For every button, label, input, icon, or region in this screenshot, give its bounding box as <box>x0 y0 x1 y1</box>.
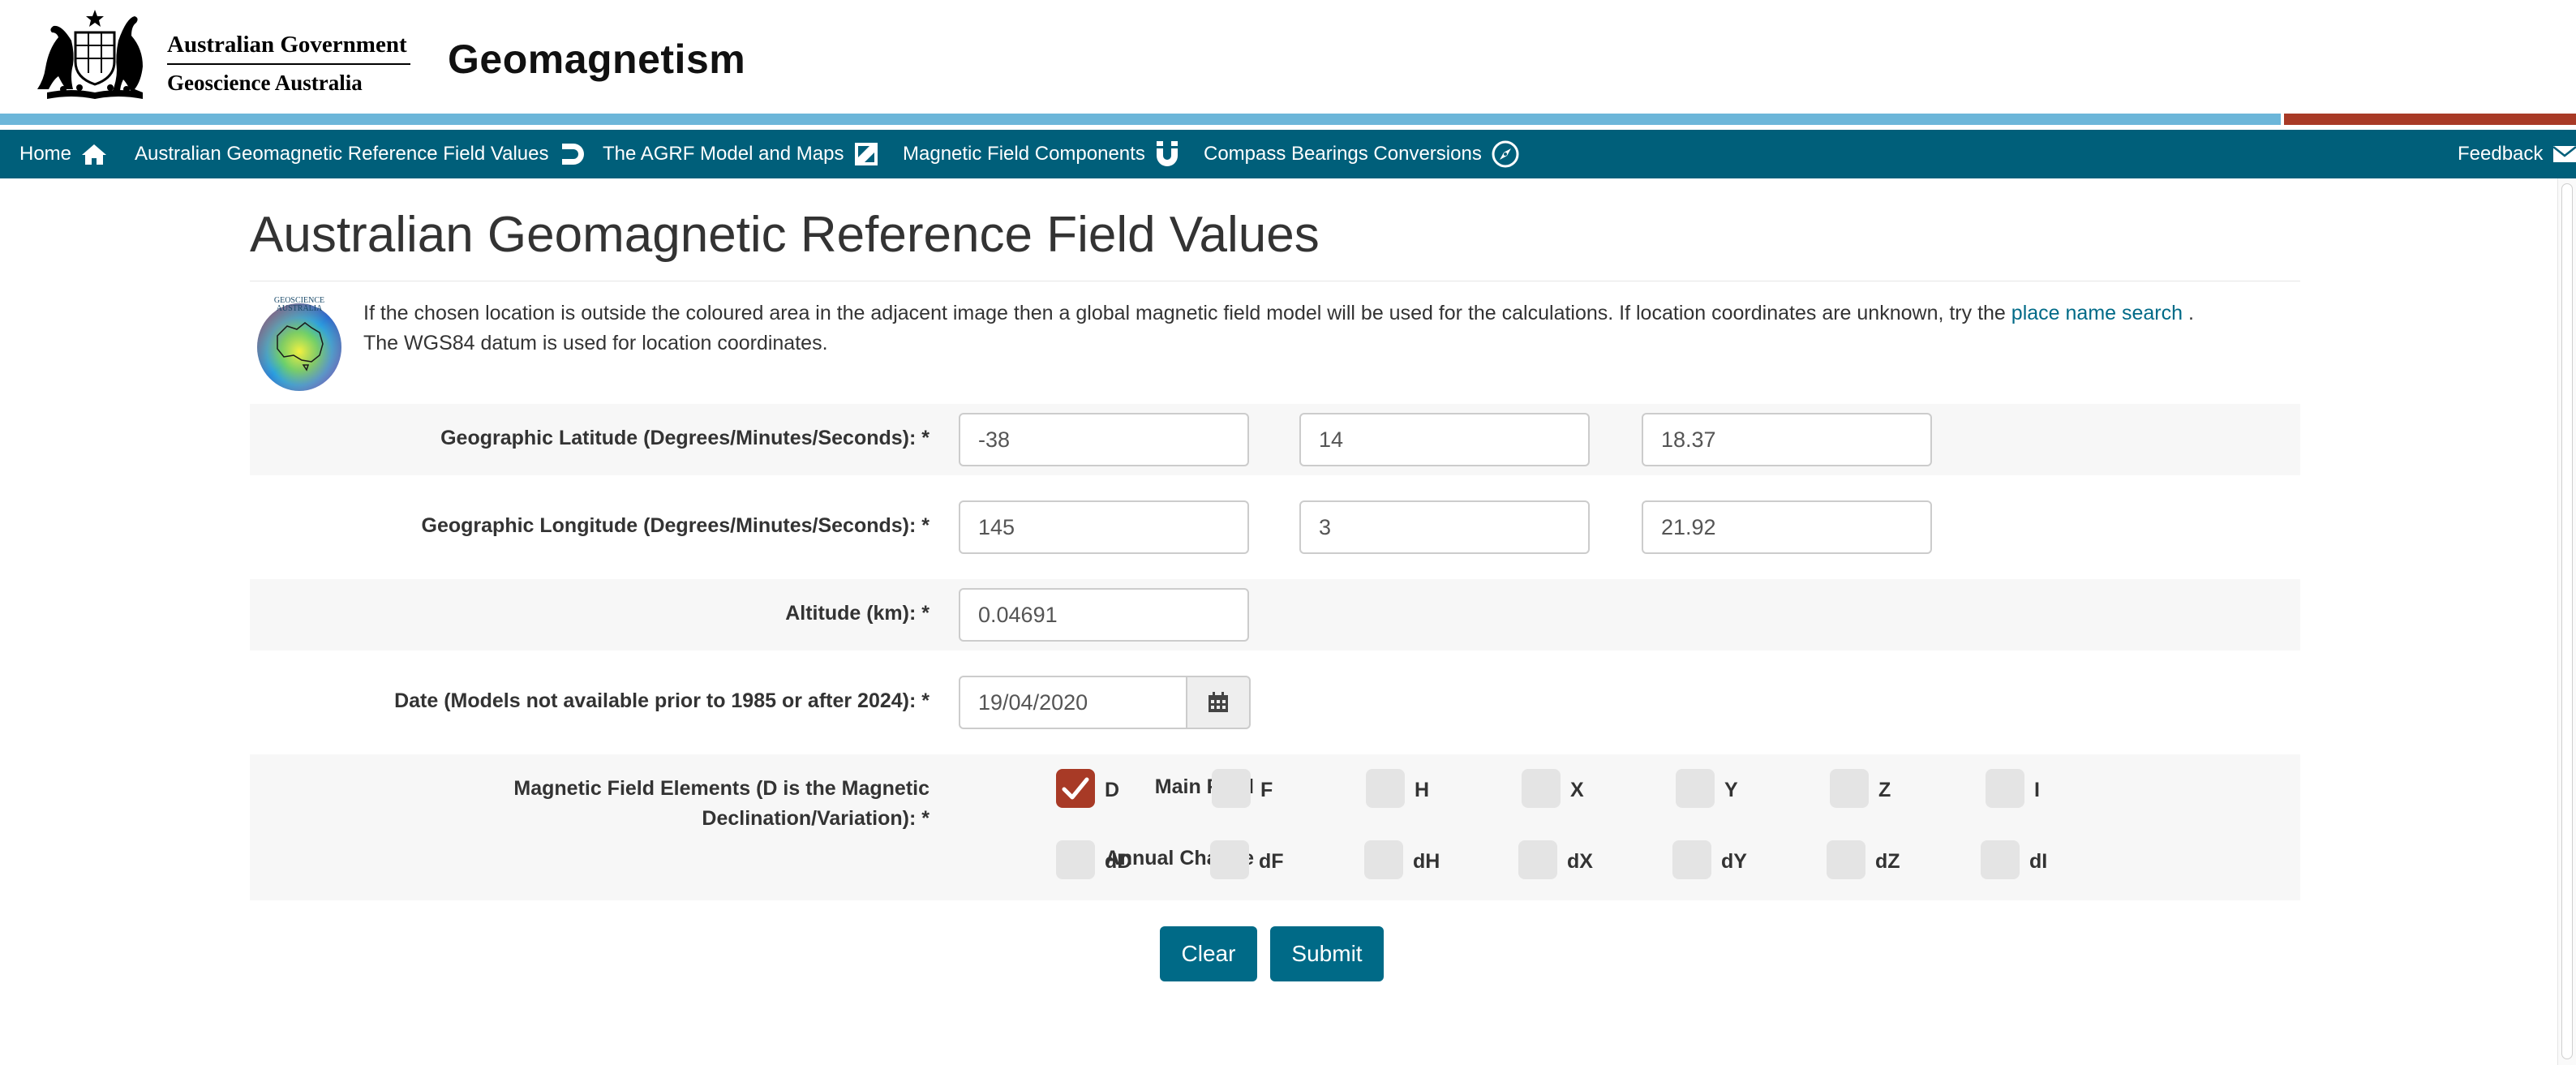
nav-item-agrf-values[interactable]: Australian Geomagnetic Reference Field V… <box>135 130 586 178</box>
altitude-input[interactable] <box>959 588 1249 642</box>
intro-text-datum: The WGS84 datum is used for location coo… <box>363 332 828 354</box>
main-field-checkbox-y[interactable] <box>1676 769 1715 808</box>
nav-item-label: Magnetic Field Components <box>903 143 1145 165</box>
main-field-checkbox-label[interactable]: F <box>1260 779 1273 802</box>
home-icon <box>82 144 107 165</box>
envelope-icon <box>2552 146 2576 162</box>
annual-change-checkbox-label[interactable]: dI <box>2029 850 2047 874</box>
main-field-checkbox-x[interactable] <box>1522 769 1561 808</box>
main-field-checkbox-f[interactable] <box>1212 769 1251 808</box>
magnet-u-icon <box>1156 141 1178 166</box>
latitude-label: Geographic Latitude (Degrees/Minutes/Sec… <box>440 427 930 449</box>
date-picker-button[interactable] <box>1187 676 1251 729</box>
nav-item-label: Home <box>19 143 72 165</box>
latitude-minutes-input[interactable] <box>1299 413 1590 466</box>
annual-change-checkbox-df[interactable] <box>1210 840 1249 879</box>
page-scrollbar[interactable] <box>2557 178 2576 1065</box>
site-title[interactable]: Geomagnetism <box>448 36 745 83</box>
magnetic-elements-label-line2: Declination/Variation): * <box>702 807 930 830</box>
nav-item-label: Australian Geomagnetic Reference Field V… <box>135 143 549 165</box>
globe-caption-2: AUSTRALIA <box>277 304 323 313</box>
latitude-degrees-input[interactable] <box>959 413 1249 466</box>
checkmark-icon <box>1062 777 1089 800</box>
place-name-search-link[interactable]: place name search <box>2011 302 2183 324</box>
date-label: Date (Models not available prior to 1985… <box>394 689 930 712</box>
latitude-seconds-input[interactable] <box>1642 413 1932 466</box>
main-field-checkbox-h[interactable] <box>1366 769 1405 808</box>
submit-button[interactable]: Submit <box>1270 926 1384 981</box>
page-title: Australian Geomagnetic Reference Field V… <box>250 207 1320 263</box>
latitude-row: Geographic Latitude (Degrees/Minutes/Sec… <box>250 404 2300 475</box>
annual-change-checkbox-label[interactable]: dZ <box>1875 850 1900 874</box>
magnet-icon <box>561 144 584 165</box>
government-branding[interactable]: Australian Government Geoscience Austral… <box>167 31 410 96</box>
coat-of-arms-logo[interactable] <box>31 8 159 102</box>
site-header: Australian Government Geoscience Austral… <box>0 0 2576 114</box>
longitude-label: Geographic Longitude (Degrees/Minutes/Se… <box>421 514 930 537</box>
annual-change-checkbox-dz[interactable] <box>1827 840 1865 879</box>
annual-change-checkbox-di[interactable] <box>1981 840 2020 879</box>
main-field-checkbox-z[interactable] <box>1830 769 1869 808</box>
australian-government-text: Australian Government <box>167 32 407 58</box>
altitude-label: Altitude (km): * <box>785 602 930 625</box>
magnetic-elements-row: Magnetic Field Elements (D is the Magnet… <box>250 754 2300 900</box>
nav-item-compass-bearings[interactable]: Compass Bearings Conversions <box>1204 130 1519 178</box>
main-field-checkbox-label[interactable]: Z <box>1878 779 1891 802</box>
nav-item-label: Feedback <box>2458 143 2544 165</box>
magnetic-elements-label: Magnetic Field Elements (D is the Magnet… <box>513 774 930 834</box>
main-field-checkbox-label[interactable]: X <box>1570 779 1584 802</box>
annual-change-checkbox-dx[interactable] <box>1518 840 1557 879</box>
nav-item-feedback[interactable]: Feedback <box>2458 130 2576 178</box>
intro-paragraph: If the chosen location is outside the co… <box>363 298 2294 359</box>
annual-change-checkbox-dd[interactable] <box>1056 840 1095 879</box>
main-field-checkbox-i[interactable] <box>1986 769 2024 808</box>
annual-change-checkbox-label[interactable]: dH <box>1413 850 1440 874</box>
compass-icon <box>1492 140 1519 168</box>
longitude-degrees-input[interactable] <box>959 500 1249 554</box>
nav-item-agrf-model-maps[interactable]: The AGRF Model and Maps <box>603 130 879 178</box>
main-field-checkbox-label[interactable]: I <box>2034 779 2040 802</box>
annual-change-checkbox-dy[interactable] <box>1672 840 1711 879</box>
annual-change-checkbox-dh[interactable] <box>1364 840 1403 879</box>
magnetic-elements-label-line1: Magnetic Field Elements (D is the Magnet… <box>513 777 930 800</box>
annual-change-checkbox-label[interactable]: dX <box>1567 850 1593 874</box>
longitude-seconds-input[interactable] <box>1642 500 1932 554</box>
intro-text-end: . <box>2187 302 2194 324</box>
header-stripe-red <box>2284 114 2576 125</box>
longitude-row: Geographic Longitude (Degrees/Minutes/Se… <box>250 492 2300 563</box>
main-navigation: Home Australian Geomagnetic Reference Fi… <box>0 130 2576 178</box>
agrf-coverage-globe-image: GEOSCIENCE AUSTRALIA <box>255 295 344 393</box>
annual-change-checkbox-label[interactable]: dD <box>1105 850 1131 874</box>
calendar-icon <box>1209 692 1228 712</box>
annual-change-checkbox-label[interactable]: dF <box>1259 850 1284 874</box>
main-field-checkbox-label[interactable]: Y <box>1724 779 1738 802</box>
date-input[interactable] <box>959 676 1187 729</box>
main-field-checkbox-d[interactable] <box>1056 769 1095 808</box>
scrollbar-thumb[interactable] <box>2561 183 2573 1059</box>
map-icon <box>855 143 878 165</box>
geoscience-australia-text: Geoscience Australia <box>167 71 363 95</box>
nav-item-label: Compass Bearings Conversions <box>1204 143 1482 165</box>
intro-text: If the chosen location is outside the co… <box>363 302 2006 324</box>
branding-divider <box>167 63 410 65</box>
nav-item-label: The AGRF Model and Maps <box>603 143 844 165</box>
header-stripe-blue <box>0 114 2281 125</box>
nav-item-home[interactable]: Home <box>19 130 107 178</box>
main-field-checkbox-label[interactable]: H <box>1415 779 1429 802</box>
date-row: Date (Models not available prior to 1985… <box>250 667 2300 738</box>
main-field-checkbox-label[interactable]: D <box>1105 779 1119 802</box>
altitude-row: Altitude (km): * <box>250 579 2300 651</box>
clear-button[interactable]: Clear <box>1160 926 1257 981</box>
nav-item-magnetic-field-components[interactable]: Magnetic Field Components <box>903 130 1179 178</box>
annual-change-checkbox-label[interactable]: dY <box>1721 850 1747 874</box>
longitude-minutes-input[interactable] <box>1299 500 1590 554</box>
